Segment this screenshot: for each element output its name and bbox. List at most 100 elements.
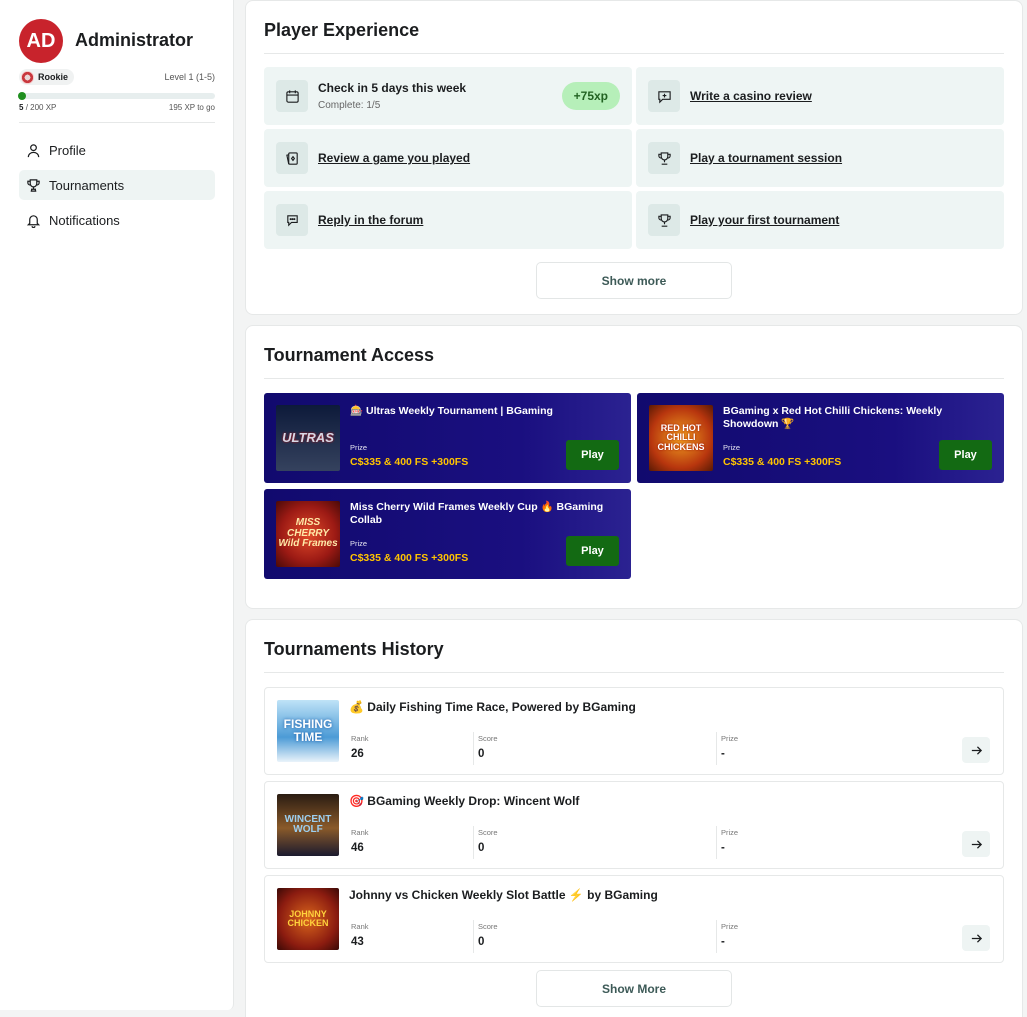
column-divider: [473, 732, 474, 765]
cards-icon: [276, 142, 308, 174]
tournament-card[interactable]: RED HOT CHILLI CHICKENS BGaming x Red Ho…: [637, 393, 1004, 483]
tournaments-history-card: Tournaments History FISHING TIME 💰 Daily…: [245, 619, 1023, 1017]
trophy-icon: [648, 142, 680, 174]
poker-chip-icon: [21, 70, 34, 84]
show-more-button[interactable]: Show more: [536, 262, 732, 299]
user-icon: [27, 143, 40, 157]
prize-label: Prize: [721, 734, 739, 743]
sidebar-item-label: Profile: [49, 142, 86, 158]
sidebar-item-profile[interactable]: Profile: [19, 135, 215, 165]
tournament-card[interactable]: ULTRAS 🎰 Ultras Weekly Tournament | BGam…: [264, 393, 631, 483]
section-title: Tournaments History: [264, 620, 1004, 673]
tournament-thumbnail: MISS CHERRY Wild Frames: [276, 501, 340, 567]
bell-icon: [26, 214, 41, 228]
tournament-thumbnail: ULTRAS: [276, 405, 340, 471]
score-column: Score 0: [478, 922, 498, 948]
task-link[interactable]: Write a casino review: [690, 89, 812, 103]
task-title: Check in 5 days this week: [318, 81, 467, 95]
sidebar-item-tournaments[interactable]: Tournaments: [19, 170, 215, 200]
tournament-name: BGaming x Red Hot Chilli Chickens: Weekl…: [723, 405, 943, 430]
column-divider: [716, 826, 717, 859]
prize-label: Prize: [350, 539, 368, 548]
xp-total: / 200 XP: [25, 103, 57, 112]
play-button[interactable]: Play: [566, 440, 619, 470]
tournament-name: Miss Cherry Wild Frames Weekly Cup 🔥 BGa…: [350, 501, 604, 526]
play-button[interactable]: Play: [566, 536, 619, 566]
prize-label: Prize: [350, 443, 368, 452]
task-link[interactable]: Play a tournament session: [690, 151, 842, 165]
score-label: Score: [478, 734, 498, 743]
xp-reward-badge: +75xp: [561, 82, 620, 110]
prize-value: -: [721, 936, 725, 948]
calendar-icon: [276, 80, 308, 112]
rank-column: Rank 26: [351, 734, 369, 760]
prize-value: -: [721, 842, 725, 854]
score-value: 0: [478, 936, 485, 948]
prize-value: C$335 & 400 FS +300FS: [350, 552, 469, 564]
task-link[interactable]: Reply in the forum: [318, 213, 423, 227]
rank-badge: Rookie: [19, 69, 75, 85]
column-divider: [473, 826, 474, 859]
history-row[interactable]: JOHNNY CHICKEN Johnny vs Chicken Weekly …: [264, 875, 1004, 963]
section-title: Tournament Access: [264, 326, 1004, 379]
divider: [19, 122, 215, 123]
task-review-game[interactable]: Review a game you played: [264, 129, 632, 187]
play-button[interactable]: Play: [939, 440, 992, 470]
task-link[interactable]: Review a game you played: [318, 151, 470, 165]
open-details-button[interactable]: [962, 925, 990, 951]
column-divider: [716, 732, 717, 765]
history-row[interactable]: FISHING TIME 💰 Daily Fishing Time Race, …: [264, 687, 1004, 775]
task-first-tournament[interactable]: Play your first tournament: [636, 191, 1004, 249]
rank-column: Rank 43: [351, 922, 369, 948]
score-column: Score 0: [478, 734, 498, 760]
forum-icon: [276, 204, 308, 236]
username: Administrator: [75, 30, 194, 50]
open-details-button[interactable]: [962, 831, 990, 857]
prize-label: Prize: [721, 828, 739, 837]
chat-plus-icon: [648, 80, 680, 112]
rank-column: Rank 46: [351, 828, 369, 854]
tournament-card[interactable]: MISS CHERRY Wild Frames Miss Cherry Wild…: [264, 489, 631, 579]
task-progress: Complete: 1/5: [318, 100, 381, 111]
task-link[interactable]: Play your first tournament: [690, 213, 839, 227]
sidebar-item-notifications[interactable]: Notifications: [19, 205, 215, 235]
rank-value: 26: [351, 748, 364, 760]
arrow-right-icon: [971, 933, 982, 943]
level-label: Level 1 (1-5): [164, 72, 215, 82]
rank-label: Rank: [351, 734, 369, 743]
history-row[interactable]: WINCENT WOLF 🎯 BGaming Weekly Drop: Winc…: [264, 781, 1004, 869]
task-check-in[interactable]: Check in 5 days this week Complete: 1/5 …: [264, 67, 632, 125]
score-value: 0: [478, 748, 485, 760]
history-thumbnail: JOHNNY CHICKEN: [277, 888, 339, 950]
sidebar-item-label: Tournaments: [49, 177, 125, 193]
history-title: 💰 Daily Fishing Time Race, Powered by BG…: [349, 700, 636, 714]
task-casino-review[interactable]: Write a casino review: [636, 67, 1004, 125]
xp-current-value: 5: [19, 103, 24, 112]
trophy-icon: [648, 204, 680, 236]
xp-progress-bar: [19, 93, 215, 99]
task-tournament-session[interactable]: Play a tournament session: [636, 129, 1004, 187]
xp-current: 5 / 200 XP: [19, 103, 56, 112]
player-experience-card: Player Experience Check in 5 days this w…: [245, 0, 1023, 315]
avatar[interactable]: AD: [19, 19, 63, 63]
sidebar-nav: Profile Tournaments Notifications: [19, 135, 215, 240]
xp-to-go: 195 XP to go: [168, 103, 215, 112]
task-grid: Check in 5 days this week Complete: 1/5 …: [264, 67, 1004, 249]
history-thumbnail: FISHING TIME: [277, 700, 339, 762]
tournament-access-card: Tournament Access ULTRAS 🎰 Ultras Weekly…: [245, 325, 1023, 609]
prize-label: Prize: [721, 922, 739, 931]
prize-value: C$335 & 400 FS +300FS: [350, 456, 469, 468]
rank-label: Rank: [351, 828, 369, 837]
task-reply-forum[interactable]: Reply in the forum: [264, 191, 632, 249]
history-title: Johnny vs Chicken Weekly Slot Battle ⚡ b…: [349, 888, 658, 902]
prize-value: -: [721, 748, 725, 760]
open-details-button[interactable]: [962, 737, 990, 763]
show-more-button[interactable]: Show More: [536, 970, 732, 1007]
prize-value: C$335 & 400 FS +300FS: [723, 456, 842, 468]
section-title: Player Experience: [264, 1, 1004, 54]
tournament-name: 🎰 Ultras Weekly Tournament | BGaming: [350, 405, 553, 417]
prize-column: Prize -: [721, 734, 738, 760]
xp-progress-dot: [18, 92, 26, 100]
score-column: Score 0: [478, 828, 498, 854]
sidebar: AD Administrator Rookie Level 1 (1-5) 5 …: [0, 0, 234, 1010]
